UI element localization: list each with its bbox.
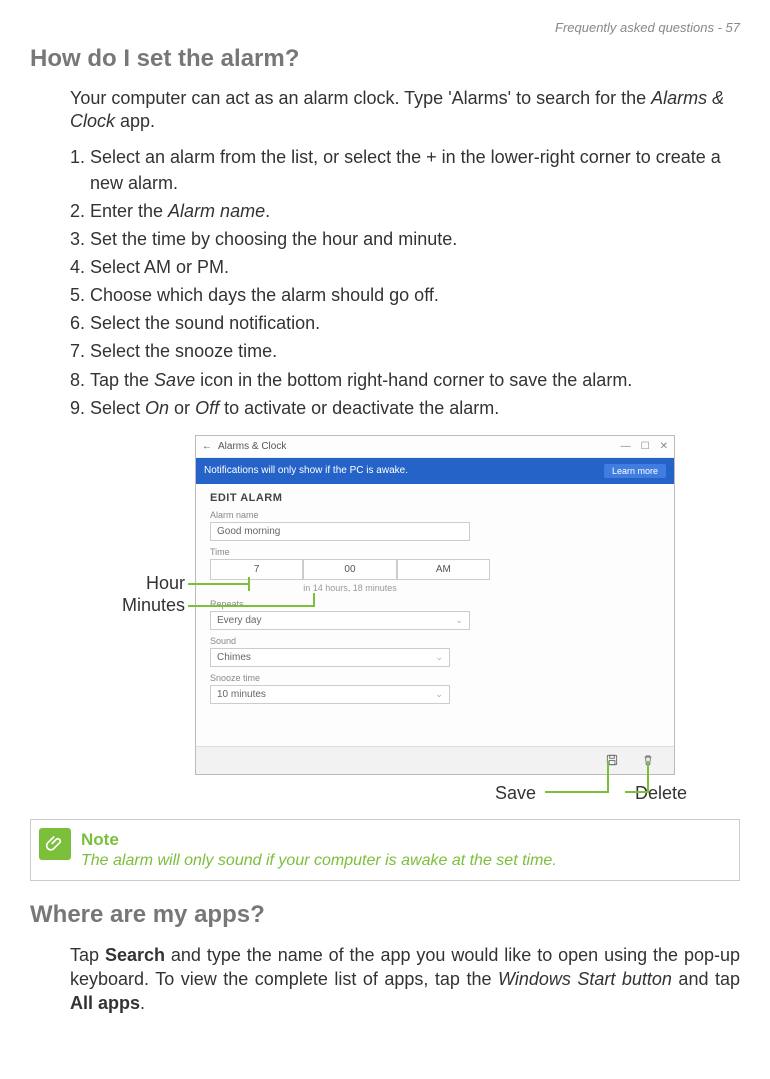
minimize-icon[interactable]: — bbox=[621, 441, 631, 452]
step-text: . bbox=[265, 201, 270, 221]
banner-text: Notifications will only show if the PC i… bbox=[204, 465, 408, 476]
app-title: Alarms & Clock bbox=[218, 441, 286, 452]
time-hint: in 14 hours, 18 minutes bbox=[210, 583, 490, 593]
ampm-cell[interactable]: AM bbox=[397, 559, 490, 580]
callout-line bbox=[545, 791, 607, 793]
callout-line bbox=[188, 605, 313, 607]
chevron-down-icon: ⌄ bbox=[435, 689, 443, 700]
callout-delete-label: Delete bbox=[635, 783, 687, 804]
step-text: Enter the bbox=[90, 201, 168, 221]
sound-select[interactable]: Chimes ⌄ bbox=[210, 648, 450, 667]
step-item: Select AM or PM. bbox=[90, 254, 740, 280]
edit-alarm-title: EDIT ALARM bbox=[210, 492, 660, 504]
note-box: Note The alarm will only sound if your c… bbox=[30, 819, 740, 881]
sound-label: Sound bbox=[210, 636, 660, 646]
app-footer bbox=[196, 746, 674, 774]
time-label: Time bbox=[210, 547, 660, 557]
step-item: Set the time by choosing the hour and mi… bbox=[90, 226, 740, 252]
step-em: Save bbox=[154, 370, 195, 390]
steps-list: Select an alarm from the list, or select… bbox=[70, 144, 740, 421]
callout-line bbox=[607, 761, 609, 793]
repeats-label: Repeats bbox=[210, 599, 660, 609]
step-text: to activate or deactivate the alarm. bbox=[219, 398, 499, 418]
time-picker[interactable]: 7 00 AM bbox=[210, 559, 490, 580]
snooze-label: Snooze time bbox=[210, 673, 660, 683]
callout-line bbox=[625, 791, 649, 793]
step-item: Select the snooze time. bbox=[90, 338, 740, 364]
step-text: Select bbox=[90, 398, 145, 418]
hour-cell[interactable]: 7 bbox=[210, 559, 303, 580]
alarm-app-diagram: ← Alarms & Clock — ☐ ✕ Notifications wil… bbox=[45, 435, 725, 805]
back-icon[interactable]: ← bbox=[202, 441, 212, 452]
p-bold: All apps bbox=[70, 993, 140, 1013]
apps-paragraph: Tap Search and type the name of the app … bbox=[70, 943, 740, 1016]
step-text: Tap the bbox=[90, 370, 154, 390]
callout-line bbox=[647, 761, 649, 793]
p-text: and tap bbox=[672, 969, 740, 989]
chevron-down-icon: ⌄ bbox=[435, 652, 443, 663]
edit-alarm-panel: EDIT ALARM Alarm name Good morning Time … bbox=[196, 484, 674, 712]
repeats-value: Every day bbox=[217, 615, 261, 626]
maximize-icon[interactable]: ☐ bbox=[641, 441, 650, 452]
minute-cell[interactable]: 00 bbox=[303, 559, 396, 580]
notification-banner: Notifications will only show if the PC i… bbox=[196, 458, 674, 484]
alarm-name-label: Alarm name bbox=[210, 510, 660, 520]
callout-save-label: Save bbox=[495, 783, 536, 804]
p-bold: Search bbox=[105, 945, 165, 965]
snooze-value: 10 minutes bbox=[217, 689, 266, 700]
intro-text-after: app. bbox=[115, 111, 155, 131]
repeats-select[interactable]: Every day ⌄ bbox=[210, 611, 470, 630]
paperclip-icon bbox=[39, 828, 71, 860]
p-em: Windows Start button bbox=[498, 969, 672, 989]
step-em: On bbox=[145, 398, 169, 418]
step-em: Off bbox=[195, 398, 219, 418]
intro-text-before: Your computer can act as an alarm clock.… bbox=[70, 88, 651, 108]
p-text: Tap bbox=[70, 945, 105, 965]
p-text: . bbox=[140, 993, 145, 1013]
step-text: or bbox=[169, 398, 195, 418]
callout-line bbox=[313, 593, 315, 607]
chevron-down-icon: ⌄ bbox=[455, 615, 463, 626]
page-header: Frequently asked questions - 57 bbox=[30, 20, 740, 35]
sound-value: Chimes bbox=[217, 652, 251, 663]
step-item: Tap the Save icon in the bottom right-ha… bbox=[90, 367, 740, 393]
step-item: Enter the Alarm name. bbox=[90, 198, 740, 224]
step-em: Alarm name bbox=[168, 201, 265, 221]
app-titlebar: ← Alarms & Clock — ☐ ✕ bbox=[196, 436, 674, 458]
learn-more-button[interactable]: Learn more bbox=[604, 464, 666, 478]
step-item: Choose which days the alarm should go of… bbox=[90, 282, 740, 308]
alarm-name-input[interactable]: Good morning bbox=[210, 522, 470, 541]
step-item: Select the sound notification. bbox=[90, 310, 740, 336]
step-text: icon in the bottom right-hand corner to … bbox=[195, 370, 632, 390]
section-title-alarm: How do I set the alarm? bbox=[30, 45, 740, 73]
section-title-apps: Where are my apps? bbox=[30, 901, 740, 929]
close-icon[interactable]: ✕ bbox=[660, 441, 668, 452]
step-item: Select On or Off to activate or deactiva… bbox=[90, 395, 740, 421]
snooze-select[interactable]: 10 minutes ⌄ bbox=[210, 685, 450, 704]
callout-line bbox=[188, 583, 248, 585]
callout-minutes-label: Minutes bbox=[101, 595, 185, 616]
callout-line bbox=[248, 577, 250, 591]
callout-hour-label: Hour bbox=[125, 573, 185, 594]
step-item: Select an alarm from the list, or select… bbox=[90, 144, 740, 196]
note-text: The alarm will only sound if your comput… bbox=[81, 852, 727, 870]
intro-paragraph: Your computer can act as an alarm clock.… bbox=[70, 87, 740, 134]
note-title: Note bbox=[81, 830, 727, 850]
